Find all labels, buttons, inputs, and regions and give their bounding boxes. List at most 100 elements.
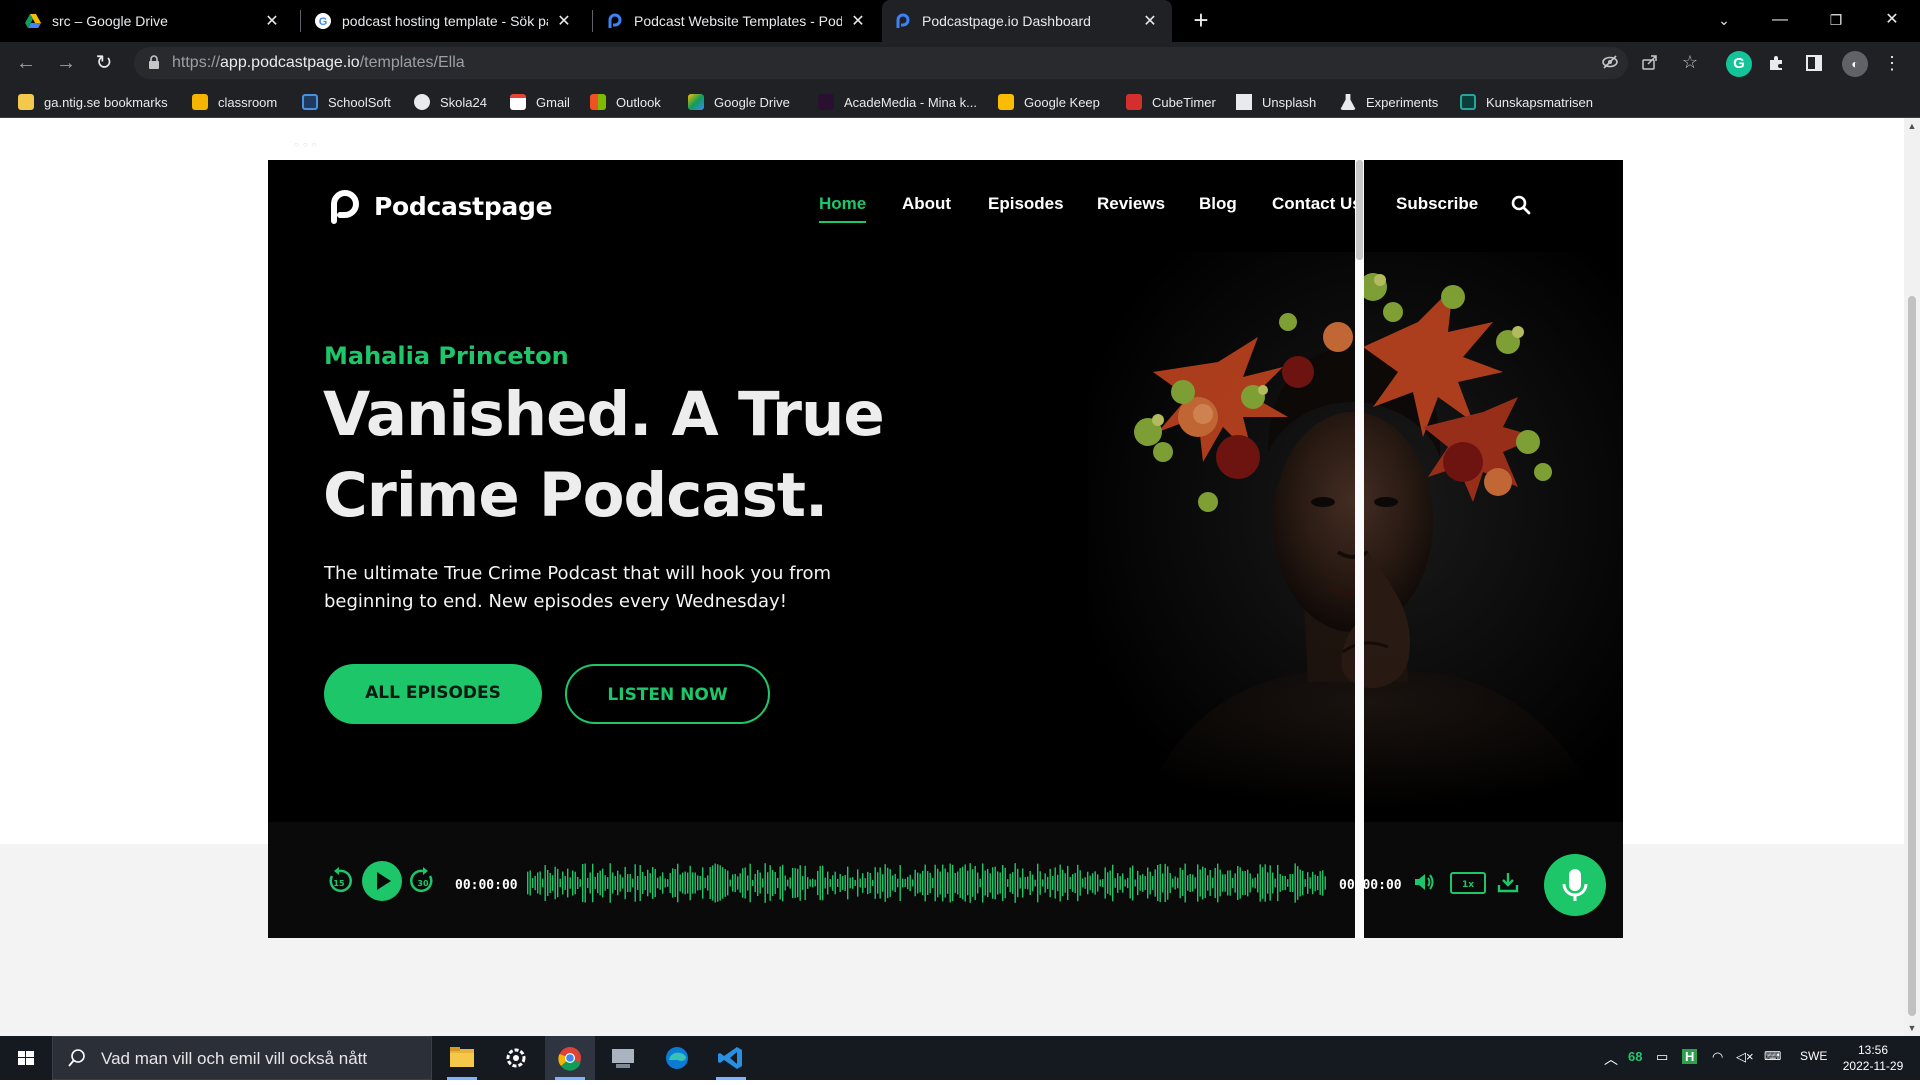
nav-reviews[interactable]: Reviews — [1097, 194, 1165, 214]
waveform-bar — [699, 875, 701, 891]
bookmark-outlook[interactable]: Outlook — [590, 92, 661, 112]
nav-about[interactable]: About — [902, 194, 951, 214]
waveform-bar — [687, 872, 689, 894]
close-icon[interactable]: ✕ — [262, 11, 282, 31]
nav-blog[interactable]: Blog — [1199, 194, 1237, 214]
tab-search-chevron-icon[interactable]: ⌄ — [1696, 0, 1752, 42]
microphone-button[interactable] — [1544, 854, 1606, 916]
extensions-puzzle-icon[interactable] — [1766, 54, 1786, 74]
back-button[interactable]: ← — [12, 49, 40, 77]
nav-subscribe[interactable]: Subscribe — [1396, 194, 1478, 214]
taskbar-vscode[interactable] — [706, 1036, 756, 1080]
bookmark-skola24[interactable]: Skola24 — [414, 92, 487, 112]
preview-scrollbar[interactable] — [1355, 160, 1364, 938]
page-scrollbar[interactable]: ▲ ▼ — [1904, 118, 1920, 1036]
reload-button[interactable]: ↻ — [90, 49, 118, 77]
share-icon[interactable] — [1640, 53, 1660, 73]
bookmark-google-drive[interactable]: Google Drive — [688, 92, 790, 112]
waveform-bar — [559, 878, 561, 888]
bookmark-gmail[interactable]: Gmail — [510, 92, 570, 112]
eye-off-icon[interactable] — [1600, 53, 1620, 73]
tab-title: Podcast Website Templates - Podcas — [634, 13, 842, 29]
forward-button[interactable]: → — [52, 49, 80, 77]
bookmark-schoolsoft[interactable]: SchoolSoft — [302, 92, 391, 112]
forward-30-icon[interactable]: 30 — [408, 866, 438, 896]
bookmark-classroom[interactable]: classroom — [192, 92, 277, 112]
tab-google-search[interactable]: G podcast hosting template - Sök på G ✕ — [302, 0, 586, 42]
new-tab-button[interactable]: + — [1186, 6, 1216, 36]
listen-now-button[interactable]: LISTEN NOW — [565, 664, 770, 724]
waveform-bar — [1097, 874, 1099, 892]
close-icon[interactable]: ✕ — [554, 11, 574, 31]
all-episodes-button[interactable]: ALL EPISODES — [324, 664, 542, 724]
taskbar-clock[interactable]: 13:56 2022-11-29 — [1838, 1042, 1908, 1074]
bookmark-unsplash[interactable]: Unsplash — [1236, 92, 1316, 112]
battery-icon[interactable]: ▭ — [1656, 1049, 1668, 1065]
scroll-up-arrow[interactable]: ▲ — [1904, 118, 1920, 134]
waveform-bar — [1032, 874, 1034, 892]
search-icon[interactable] — [1510, 194, 1532, 216]
tab-podcast-templates[interactable]: Podcast Website Templates - Podcas ✕ — [594, 0, 880, 42]
waveform-bar — [1219, 869, 1221, 897]
page-scrollbar-thumb[interactable] — [1908, 296, 1916, 1016]
speaker-muted-icon[interactable]: ◁× — [1736, 1049, 1754, 1065]
taskbar-edge[interactable] — [652, 1036, 702, 1080]
rewind-15-icon[interactable]: 15 — [324, 866, 354, 896]
play-button[interactable] — [361, 860, 403, 902]
tab-podcastpage-dashboard[interactable]: Podcastpage.io Dashboard ✕ — [882, 0, 1172, 42]
taskbar-settings[interactable] — [491, 1036, 541, 1080]
waveform-bar — [1274, 878, 1276, 888]
waveform-bar — [537, 872, 539, 894]
waveform-bar — [1179, 867, 1181, 899]
profile-avatar[interactable]: ◐ — [1842, 51, 1868, 77]
close-icon[interactable]: ✕ — [1140, 11, 1160, 31]
bookmark-academedia[interactable]: AcadeMedia - Mina k... — [818, 92, 977, 112]
scroll-down-arrow[interactable]: ▼ — [1904, 1020, 1920, 1036]
waveform-bar — [1167, 866, 1169, 900]
tray-app-h-icon[interactable]: H — [1682, 1049, 1698, 1064]
preview-scrollbar-thumb[interactable] — [1356, 160, 1363, 260]
grammarly-icon[interactable]: G — [1726, 51, 1752, 77]
bookmark-experiments[interactable]: Experiments — [1340, 92, 1438, 112]
minimize-button[interactable]: — — [1752, 0, 1808, 42]
waveform-bar — [579, 879, 581, 887]
keyboard-icon[interactable]: ⌨ — [1764, 1049, 1781, 1063]
waveform-bar — [712, 865, 714, 901]
bookmark-ga-ntig[interactable]: ga.ntig.se bookmarks — [18, 92, 168, 112]
nav-contact-us[interactable]: Contact Us — [1272, 194, 1362, 214]
waveform-bar — [529, 870, 531, 896]
nav-episodes[interactable]: Episodes — [988, 194, 1064, 214]
waveform-bar — [679, 874, 681, 892]
nav-home[interactable]: Home — [819, 194, 867, 223]
close-window-button[interactable]: ✕ — [1864, 0, 1920, 42]
address-bar[interactable]: https://app.podcastpage.io/templates/Ell… — [134, 47, 1628, 79]
bookmark-star-icon[interactable]: ☆ — [1680, 52, 1700, 72]
tray-chevron-icon[interactable]: ︿ — [1604, 1049, 1618, 1069]
bookmark-google-keep[interactable]: Google Keep — [998, 92, 1100, 112]
folder-icon — [450, 1047, 474, 1067]
taskbar-remote-app[interactable] — [598, 1036, 648, 1080]
taskbar-file-explorer[interactable] — [437, 1036, 487, 1080]
menu-kebab-icon[interactable]: ⋮ — [1882, 53, 1902, 73]
download-icon[interactable] — [1496, 870, 1520, 894]
tab-google-drive[interactable]: src – Google Drive ✕ — [12, 0, 294, 42]
tray-counter[interactable]: 68 — [1628, 1049, 1642, 1064]
taskbar-search-box[interactable]: Vad man vill och emil vill också nått — [52, 1036, 432, 1080]
bookmark-kunskapsmatrisen[interactable]: Kunskapsmatrisen — [1460, 92, 1593, 112]
playback-speed-button[interactable]: 1x — [1450, 872, 1486, 894]
windows-start-icon[interactable] — [0, 1036, 52, 1080]
volume-icon[interactable] — [1412, 870, 1436, 894]
side-panel-icon[interactable] — [1804, 54, 1824, 74]
waveform-bar — [767, 872, 769, 894]
waveform-bar — [812, 878, 814, 888]
audio-waveform[interactable] — [527, 862, 1326, 904]
close-icon[interactable]: ✕ — [848, 11, 868, 31]
folder-icon — [18, 94, 34, 110]
restore-button[interactable]: ❐ — [1808, 0, 1864, 42]
input-language[interactable]: SWE — [1800, 1049, 1827, 1063]
wifi-icon[interactable]: ◠ — [1712, 1049, 1723, 1065]
bookmark-cubetimer[interactable]: CubeTimer — [1126, 92, 1216, 112]
taskbar-chrome[interactable] — [545, 1036, 595, 1080]
site-logo[interactable]: Podcastpage — [326, 187, 553, 225]
waveform-bar — [722, 867, 724, 899]
